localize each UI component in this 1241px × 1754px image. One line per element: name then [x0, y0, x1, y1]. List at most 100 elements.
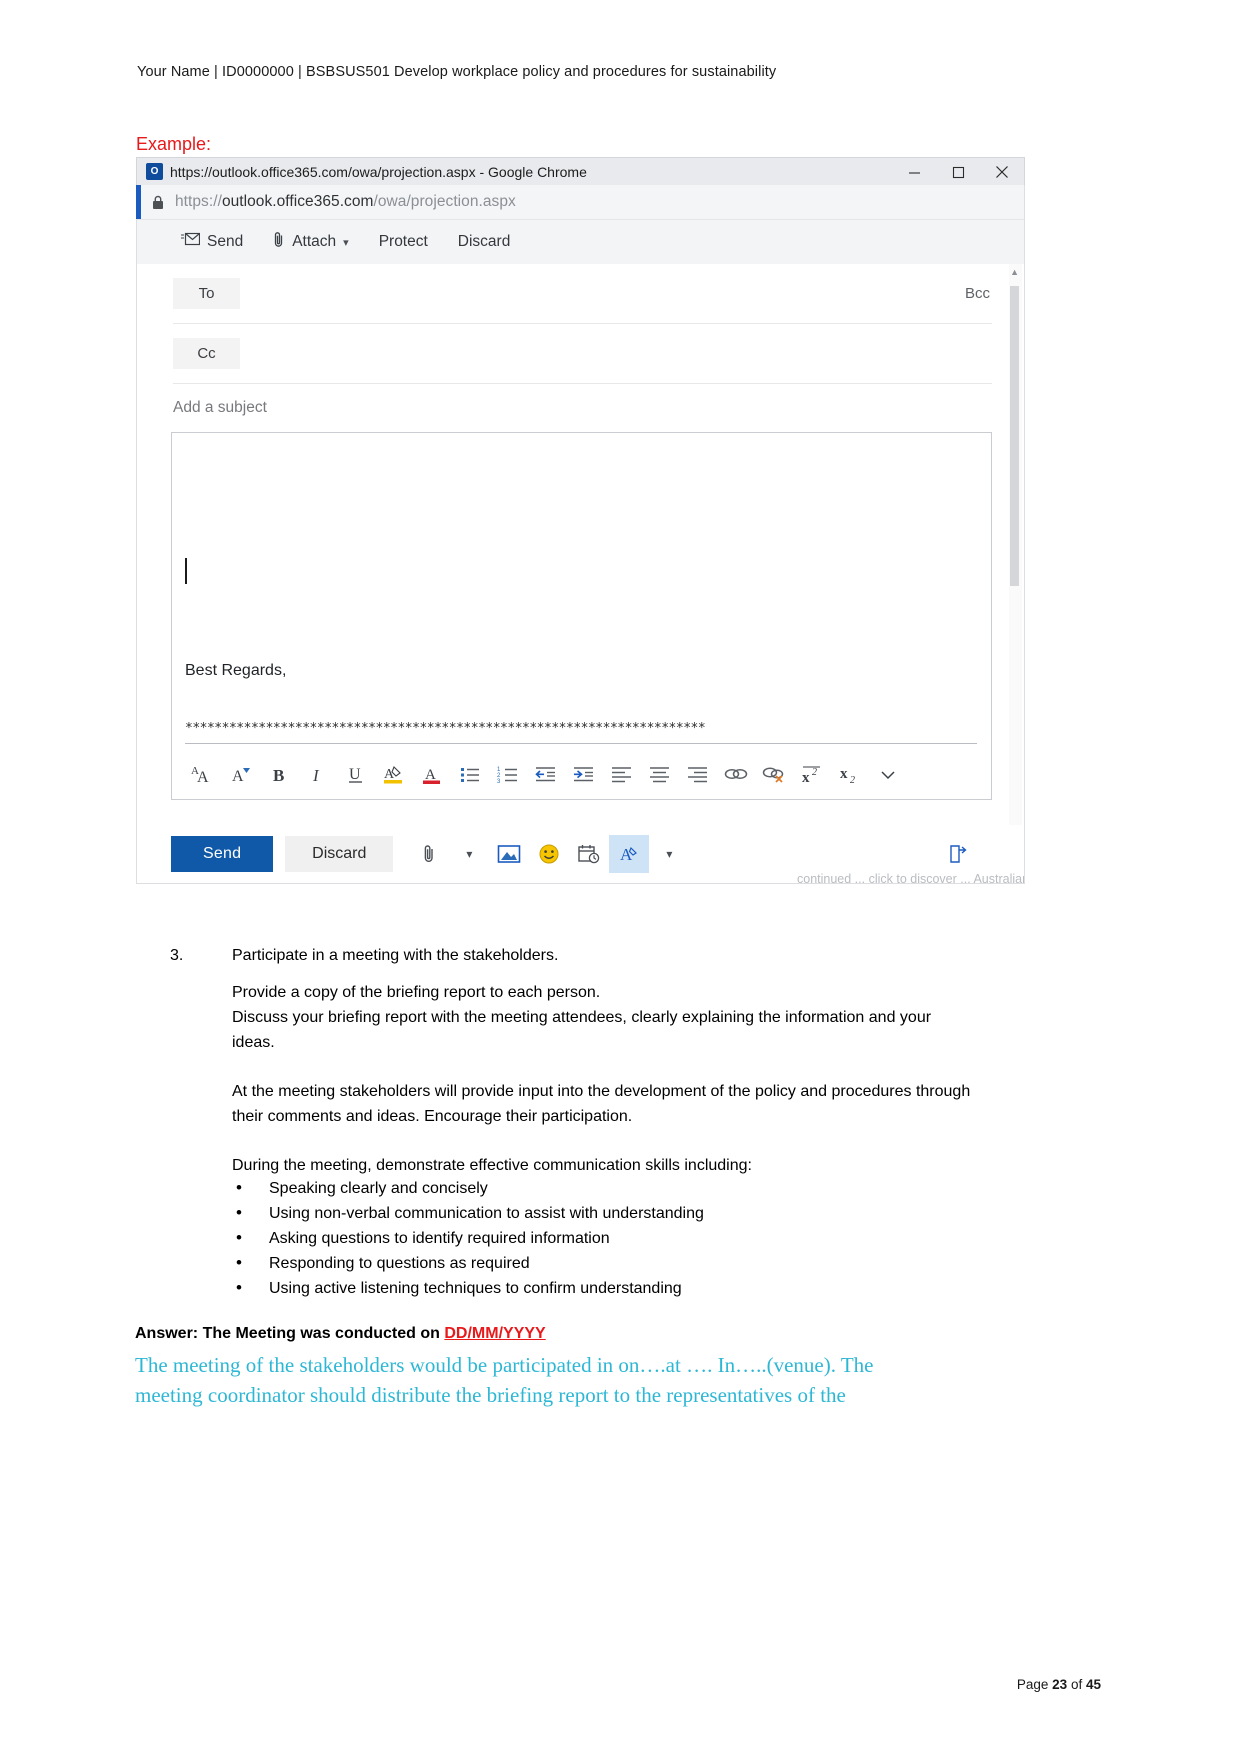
svg-text:2: 2 [850, 775, 855, 785]
answer-response-text: The meeting of the stakeholders would be… [135, 1353, 874, 1407]
list-item: Using non-verbal communication to assist… [232, 1200, 977, 1226]
pop-out-icon[interactable] [938, 835, 978, 873]
outlook-icon: O [146, 163, 163, 180]
task-paragraph-2: At the meeting stakeholders will provide… [232, 1083, 971, 1125]
window-controls [892, 158, 1024, 186]
formatting-toolbar-divider [185, 743, 977, 744]
font-size-icon[interactable]: AA [185, 754, 223, 794]
emoji-icon[interactable] [529, 835, 569, 873]
list-item: Using active listening techniques to con… [232, 1275, 977, 1301]
svg-text:3: 3 [497, 779, 501, 785]
formatting-options-icon[interactable]: A [609, 835, 650, 873]
list-item: Responding to questions as required [232, 1250, 977, 1276]
send-button[interactable]: Send [171, 836, 274, 872]
compose-scrollbar[interactable]: ▲ ▼ [1009, 264, 1022, 883]
more-options-icon[interactable]: ▾ [649, 835, 689, 873]
more-formatting-icon[interactable] [869, 754, 907, 794]
underline-icon[interactable]: U [337, 754, 375, 794]
to-field-row[interactable]: To Bcc [173, 264, 992, 324]
svg-text:A: A [232, 768, 244, 785]
formatting-toolbar: AA A B I U A A 1 2 3 x 2 x 2 [185, 751, 981, 797]
command-attach-label: Attach [292, 233, 337, 250]
command-protect-label: Protect [378, 233, 428, 250]
svg-text:I: I [312, 766, 320, 785]
signature-text: Best Regards, [185, 662, 287, 679]
svg-text:A: A [197, 769, 209, 785]
browser-window-screenshot: O https://outlook.office365.com/owa/proj… [136, 157, 1025, 884]
task-title: Participate in a meeting with the stakeh… [232, 947, 559, 964]
svg-text:x: x [840, 766, 848, 782]
address-bar-url: https://outlook.office365.com/owa/projec… [175, 193, 516, 210]
minimize-icon[interactable] [892, 158, 936, 186]
numbered-list-icon[interactable]: 1 2 3 [489, 754, 527, 794]
answer-prefix: Answer: The Meeting was conducted on [135, 1325, 445, 1342]
command-discard-label: Discard [457, 233, 511, 250]
subject-placeholder: Add a subject [173, 399, 267, 416]
list-item: Asking questions to identify required in… [232, 1225, 977, 1251]
scroll-up-icon[interactable]: ▲ [1010, 267, 1019, 277]
highlight-color-icon[interactable]: A [375, 754, 413, 794]
decrease-indent-icon[interactable] [527, 754, 565, 794]
command-send[interactable]: Send [167, 227, 257, 257]
attach-chevron-icon[interactable]: ▾ [449, 835, 489, 873]
send-mail-icon [181, 232, 201, 252]
command-discard[interactable]: Discard [444, 228, 525, 256]
text-caret [185, 558, 187, 584]
footer-total-pages: 45 [1085, 1677, 1101, 1692]
svg-text:B: B [273, 766, 284, 785]
svg-text:2: 2 [812, 767, 817, 778]
command-attach[interactable]: Attach ▾ [259, 226, 362, 258]
bcc-button[interactable]: Bcc [965, 285, 990, 302]
footer-prefix: Page [1016, 1677, 1053, 1692]
maximize-icon[interactable] [936, 158, 980, 186]
subject-input[interactable]: Add a subject [173, 384, 992, 432]
insert-picture-icon[interactable] [489, 835, 529, 873]
paperclip-icon [273, 231, 285, 253]
task-paragraph-1: Provide a copy of the briefing report to… [232, 984, 932, 1051]
compose-command-bar: Send Attach ▾ Protect Discard [136, 219, 1025, 264]
task-paragraph-3: During the meeting, demonstrate effectiv… [232, 1157, 752, 1174]
lock-icon [152, 195, 164, 210]
bulleted-list-icon[interactable] [451, 754, 489, 794]
page-footer: Page 23 of 45 [1017, 1677, 1101, 1692]
svg-text:x: x [802, 770, 810, 785]
font-grow-icon[interactable]: A [223, 754, 261, 794]
signature-separator: ****************************************… [185, 721, 706, 736]
command-protect[interactable]: Protect [365, 228, 442, 256]
list-item: Speaking clearly and concisely [232, 1175, 977, 1201]
italic-icon[interactable]: I [299, 754, 337, 794]
subscript-icon[interactable]: x 2 [831, 754, 869, 794]
align-center-icon[interactable] [641, 754, 679, 794]
answer-heading: Answer: The Meeting was conducted on DD/… [135, 1325, 546, 1343]
compose-scrollbar-thumb[interactable] [1010, 286, 1019, 586]
cc-label[interactable]: Cc [173, 338, 240, 369]
message-body-editor[interactable]: Best Regards, **************************… [171, 432, 992, 800]
font-color-icon[interactable]: A [413, 754, 451, 794]
background-ghost-text: continued ... click to discover ... Aust… [797, 872, 1025, 884]
answer-date-placeholder: DD/MM/YYYY [444, 1325, 546, 1342]
chevron-down-icon: ▾ [343, 236, 349, 249]
browser-titlebar: O https://outlook.office365.com/owa/proj… [136, 157, 1025, 185]
compose-pane: ▲ ▼ To Bcc Cc Add a subject Best Regards… [136, 264, 1025, 884]
command-send-label: Send [207, 233, 244, 250]
close-icon[interactable] [980, 158, 1024, 186]
browser-address-bar[interactable]: https://outlook.office365.com/owa/projec… [136, 185, 1025, 219]
insert-link-icon[interactable] [717, 754, 755, 794]
page-header: Your Name | ID0000000 | BSBSUS501 Develo… [137, 64, 777, 80]
align-right-icon[interactable] [679, 754, 717, 794]
schedule-icon[interactable] [569, 835, 609, 873]
discard-button[interactable]: Discard [285, 836, 394, 872]
footer-mid: of [1067, 1677, 1086, 1692]
cc-field-row[interactable]: Cc [173, 324, 992, 384]
remove-link-icon[interactable] [755, 754, 793, 794]
communication-skills-list: Speaking clearly and concisely Using non… [232, 1175, 977, 1301]
bold-icon[interactable]: B [261, 754, 299, 794]
to-label[interactable]: To [173, 278, 240, 309]
browser-title-text: https://outlook.office365.com/owa/projec… [170, 163, 587, 180]
example-label: Example: [136, 134, 212, 154]
svg-text:U: U [349, 766, 361, 783]
attach-icon[interactable] [409, 835, 449, 873]
increase-indent-icon[interactable] [565, 754, 603, 794]
align-left-icon[interactable] [603, 754, 641, 794]
superscript-icon[interactable]: x 2 [793, 754, 831, 794]
